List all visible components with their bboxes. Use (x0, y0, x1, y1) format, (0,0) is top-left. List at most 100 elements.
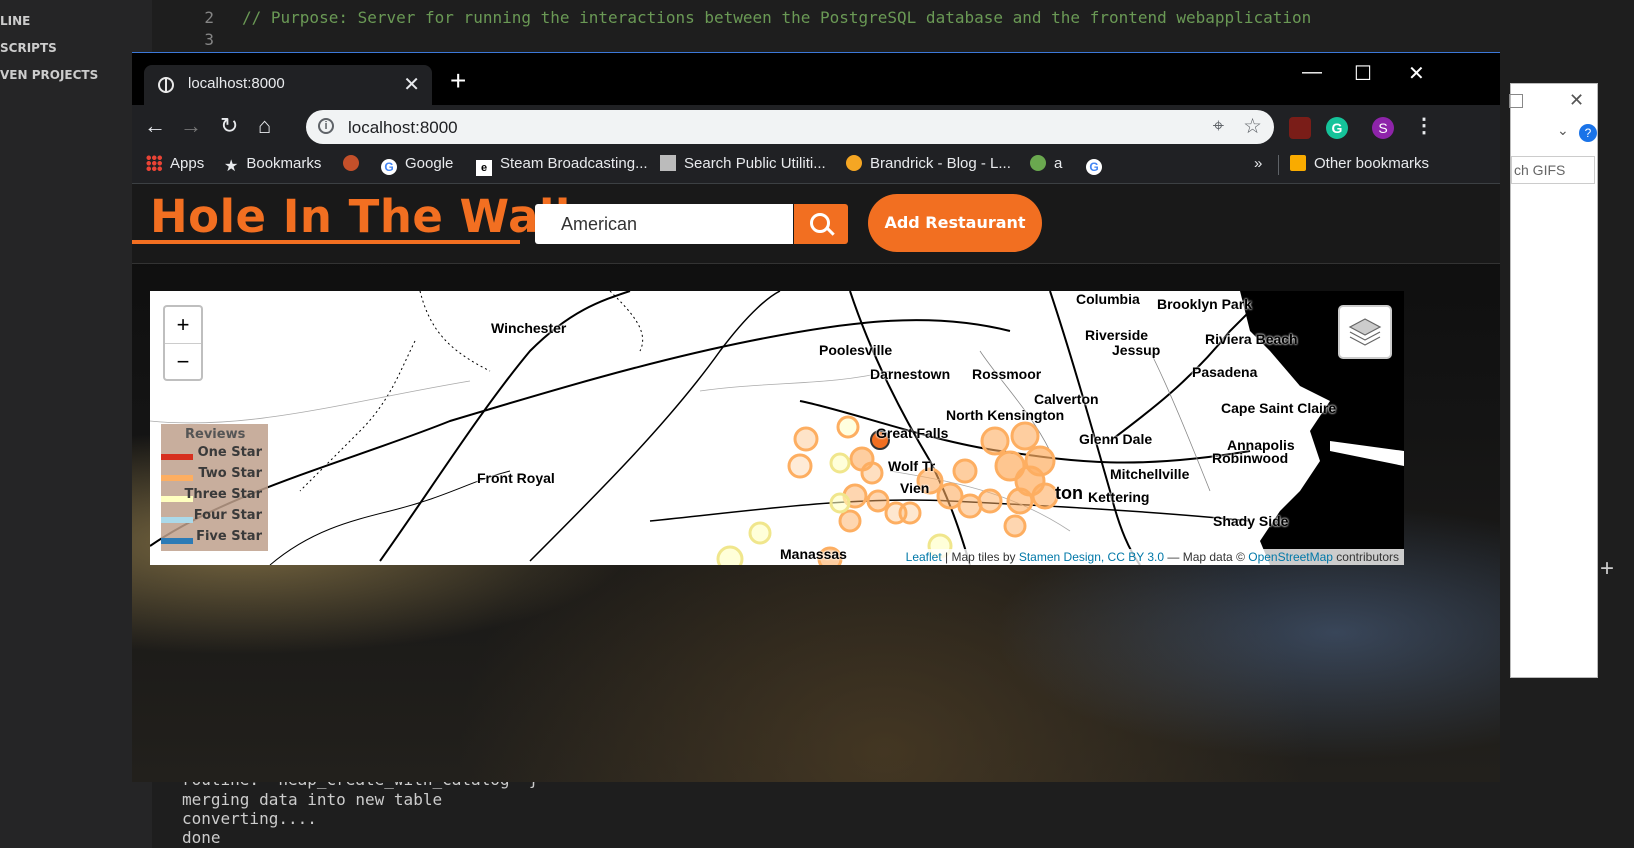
vscode-editor[interactable]: 2 // Purpose: Server for running the int… (152, 0, 1634, 60)
zoom-in-button[interactable]: + (165, 307, 201, 344)
map-label: Wolf Tr (888, 458, 936, 474)
bookmark-a[interactable]: a (1030, 155, 1062, 172)
explorer-section-npm-scripts[interactable]: SCRIPTS (0, 41, 57, 55)
layers-control[interactable] (1338, 305, 1392, 359)
profile-avatar[interactable]: S (1372, 117, 1394, 139)
browser-menu-icon[interactable]: ⋮ (1414, 113, 1434, 138)
map-label: Front Royal (477, 470, 555, 486)
legend-title: Reviews (185, 427, 246, 442)
search-button[interactable] (794, 204, 848, 244)
map-label: Great Falls (876, 425, 949, 441)
bookmark-other-bookmarks[interactable]: Other bookmarks (1290, 155, 1429, 172)
vscode-terminal[interactable]: routine: 'heap_create_with_catalog' } me… (152, 770, 1634, 848)
layers-icon (1348, 318, 1382, 346)
map-label: Columbia (1076, 291, 1140, 307)
terminal-line: merging data into new table (182, 790, 443, 809)
map-attribution: Leaflet | Map tiles by Stamen Design, CC… (900, 549, 1404, 565)
map-label: Manassas (780, 546, 847, 562)
brand-logo[interactable]: Hole In The Wall (150, 190, 571, 243)
maximize-icon[interactable] (1509, 94, 1523, 108)
cuisine-search-box (535, 204, 793, 244)
close-tab-icon[interactable]: ✕ (403, 72, 420, 97)
bookmarks-bar: Apps ★ Bookmarks G Google e Steam Broadcast… (132, 147, 1500, 184)
blog-icon (846, 155, 862, 171)
code-comment-line: // Purpose: Server for running the inter… (242, 8, 1312, 27)
bookmark-star-icon[interactable]: ☆ (1243, 114, 1262, 139)
map-label: Shady Side (1213, 513, 1289, 529)
minimize-button[interactable]: — (1302, 61, 1322, 84)
explorer-section-outline[interactable]: LINE (0, 14, 30, 28)
address-bar[interactable]: i localhost:8000 ⌖ ☆ (306, 110, 1274, 144)
new-tab-button[interactable]: + (450, 67, 466, 95)
forward-arrow-icon[interactable]: → (180, 113, 202, 139)
info-icon[interactable]: i (318, 118, 334, 134)
map-label: Pasadena (1192, 364, 1258, 380)
bookmark-apps[interactable]: Apps (146, 155, 204, 172)
map-label: Riviera Beach (1205, 331, 1298, 347)
openstreetmap-link[interactable]: OpenStreetMap (1248, 550, 1333, 564)
zoom-out-button[interactable]: − (165, 344, 201, 380)
terminal-line: done (182, 828, 221, 847)
legend-item: Two Star (161, 465, 268, 485)
legend-item: One Star (161, 444, 268, 464)
bookmark-firefox[interactable] (343, 155, 367, 172)
apps-grid-icon (146, 155, 162, 171)
cuisine-search-input[interactable] (559, 204, 783, 244)
tab-strip: localhost:8000 ✕ + — ☐ ✕ (132, 53, 1500, 105)
bookmark-brandrick-blog[interactable]: Brandrick - Blog - L... (846, 155, 1011, 172)
close-window-button[interactable]: ✕ (1408, 61, 1425, 86)
line-number: 3 (204, 30, 214, 49)
browser-toolbar: ← → ↻ ⌂ i localhost:8000 ⌖ ☆ G S ⋮ (132, 105, 1500, 147)
chevron-down-icon[interactable]: ⌄ (1557, 122, 1569, 139)
legend-item: Three Star (161, 486, 268, 506)
plus-icon[interactable]: + (1600, 555, 1614, 583)
pdf-extension-icon[interactable] (1289, 117, 1311, 139)
background-window: ✕ ⌄ ? ch GIFS (1509, 83, 1598, 678)
firefox-icon (343, 155, 359, 171)
map-label: Robinwood (1212, 450, 1289, 466)
steam-icon: e (476, 160, 492, 176)
grammarly-extension-icon[interactable]: G (1326, 117, 1348, 139)
map-label: Brooklyn Park (1157, 296, 1252, 312)
url-text[interactable]: localhost:8000 (348, 118, 458, 138)
bookmark-google[interactable]: G Google (381, 155, 453, 175)
star-icon: ★ (224, 158, 239, 175)
bookmark-google-2[interactable]: G (1086, 155, 1110, 175)
map-label: Cape Saint Claire (1221, 400, 1337, 416)
bookmark-steam[interactable]: e Steam Broadcasting... (476, 155, 648, 176)
legend-swatch (161, 538, 193, 544)
folder-icon (1290, 155, 1306, 171)
document-icon (660, 155, 676, 171)
explorer-section-maven-projects[interactable]: VEN PROJECTS (0, 68, 98, 82)
close-icon[interactable]: ✕ (1569, 90, 1584, 111)
legend-swatch (161, 517, 193, 523)
map-label: Kettering (1088, 489, 1150, 505)
maximize-button[interactable]: ☐ (1354, 61, 1372, 86)
map-label: Darnestown (870, 366, 951, 382)
add-restaurant-button[interactable]: Add Restaurant (868, 194, 1042, 252)
map-label: Rossmoor (972, 366, 1042, 382)
restaurant-map[interactable]: Columbia Brooklyn Park Winchester Rivers… (150, 291, 1404, 565)
gif-search-input[interactable]: ch GIFS (1511, 156, 1595, 184)
bookmark-public-utilities[interactable]: Search Public Utiliti... (660, 155, 826, 172)
stamen-link[interactable]: Stamen Design, CC BY 3.0 (1019, 550, 1164, 564)
help-icon[interactable]: ? (1579, 124, 1597, 142)
line-number: 2 (204, 8, 214, 27)
back-arrow-icon[interactable]: ← (144, 113, 166, 139)
map-label: ton (1055, 483, 1083, 503)
app-navbar: Hole In The Wall Add Restaurant (132, 184, 1500, 264)
globe-icon (158, 77, 174, 93)
map-label: Calverton (1034, 391, 1099, 407)
map-label: Winchester (491, 320, 567, 336)
location-icon[interactable]: ⌖ (1213, 115, 1224, 138)
brand-underline (132, 240, 520, 244)
zoom-control: + − (163, 305, 203, 381)
map-label: Poolesville (819, 342, 893, 358)
bookmarks-overflow-button[interactable]: » (1254, 155, 1262, 172)
home-icon[interactable]: ⌂ (258, 113, 271, 139)
reviews-legend: Reviews One Star Two Star Three Star Fou… (161, 424, 268, 551)
leaflet-link[interactable]: Leaflet (906, 550, 942, 564)
bookmark-bookmarks[interactable]: ★ Bookmarks (224, 155, 321, 175)
browser-tab[interactable]: localhost:8000 ✕ (144, 65, 432, 105)
reload-icon[interactable]: ↻ (220, 113, 238, 139)
